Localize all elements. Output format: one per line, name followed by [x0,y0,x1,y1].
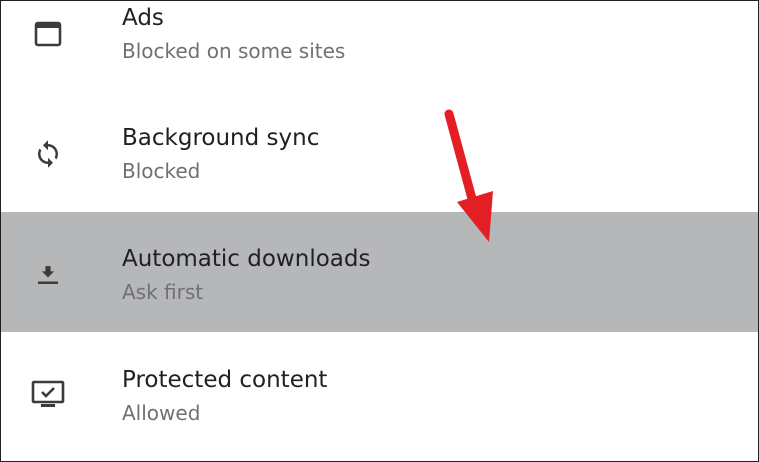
settings-item-background-sync[interactable]: Background sync Blocked [1,92,758,212]
settings-item-ads[interactable]: Ads Blocked on some sites [1,1,758,92]
settings-item-title: Background sync [122,125,320,151]
settings-item-protected-content[interactable]: Protected content Allowed [1,332,758,452]
settings-item-subtitle: Blocked [122,159,201,183]
ads-window-icon [26,12,70,56]
settings-item-subtitle: Ask first [122,280,204,304]
sync-icon [26,132,70,176]
download-icon [26,252,70,296]
settings-item-subtitle: Allowed [122,401,201,425]
settings-screen: Ads Blocked on some sites Background syn… [0,0,759,462]
settings-item-title: Protected content [122,367,328,393]
settings-item-title: Ads [122,5,164,31]
settings-item-subtitle: Blocked on some sites [122,39,346,63]
settings-item-title: Automatic downloads [122,246,371,272]
protected-content-icon [26,372,70,416]
settings-item-automatic-downloads[interactable]: Automatic downloads Ask first [1,212,758,332]
